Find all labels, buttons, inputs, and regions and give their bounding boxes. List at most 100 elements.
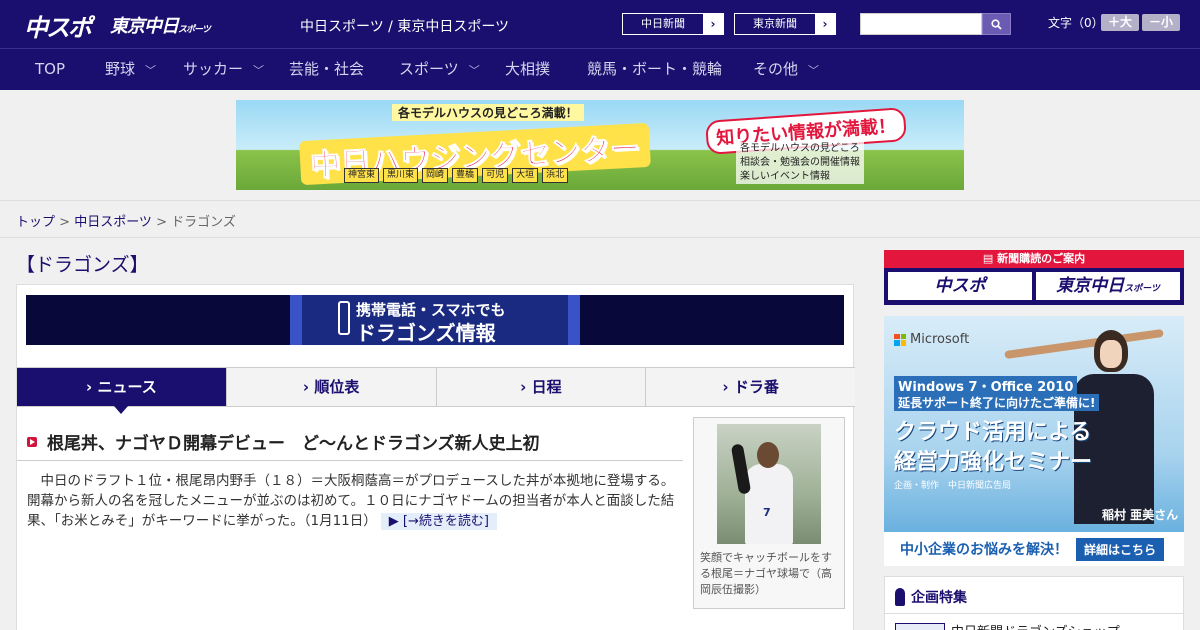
font-bigger-button[interactable]: ＋大 — [1101, 14, 1139, 31]
nav-item-label: サッカー — [183, 60, 244, 78]
ms-ad-bottom-bar: 中小企業のお悩みを解決！ 詳細はこちら — [884, 532, 1184, 566]
search-icon — [991, 18, 1002, 30]
nav-item-top[interactable]: TOP — [35, 49, 65, 90]
read-more-link[interactable]: ▶ [→続きを読む] — [380, 513, 497, 530]
subscribe-tokyo-chunichi-button[interactable]: 東京中日スポーツ — [1036, 272, 1180, 300]
chevron-right-icon: › — [815, 14, 835, 34]
dragons-shop-thumbnail[interactable] — [895, 623, 945, 630]
tab-dora-ban[interactable]: › ドラ番 — [646, 368, 855, 406]
ms-ad-credit: 企画・制作 中日新聞広告局 — [894, 481, 1012, 491]
person-face — [1100, 340, 1122, 368]
nav-item-label: スポーツ — [399, 60, 459, 78]
microsoft-icon — [894, 333, 906, 346]
article-headline[interactable]: 根尾丼、ナゴヤＤ開幕デビュー ど～んとドラゴンズ新人史上初 — [27, 429, 540, 454]
tokyo-chunichi-logo-text: 東京中日 — [110, 16, 179, 37]
ad-info-list: 各モデルハウスの見どころ 相談会・勉強会の開催情報 楽しいイベント情報 — [736, 142, 864, 184]
main-nav: TOP 野球 ﹀ サッカー ﹀ 芸能・社会 スポーツ ﹀ 大相撲 競馬・ボート・競輪 … — [0, 48, 1200, 90]
ad-info-item: 相談会・勉強会の開催情報 — [740, 157, 860, 168]
chevron-right-icon: › — [703, 14, 723, 34]
breadcrumb-chunichi-sports[interactable]: 中日スポーツ — [74, 215, 152, 230]
tab-standings[interactable]: › 順位表 — [227, 368, 437, 406]
ms-ad-headline: クラウド活用による経営力強化セミナー — [894, 420, 1093, 475]
chevron-down-icon: ﹀ — [253, 64, 265, 77]
font-smaller-button[interactable]: －小 — [1142, 14, 1180, 31]
mobile-banner-line2: ドラゴンズ情報 — [356, 321, 496, 345]
chevron-down-icon: ﹀ — [468, 64, 480, 77]
ad-top-text: 各モデルハウスの見どころ満載！ — [392, 104, 584, 121]
article-headline-text: 根尾丼、ナゴヤＤ開幕デビュー ど～んとドラゴンズ新人史上初 — [47, 434, 540, 454]
article-photo-box: 7 笑顔でキャッチボールをする根尾＝ナゴヤ球場で（高岡辰伍撮影） — [693, 417, 845, 609]
breadcrumb: トップ > 中日スポーツ > ドラゴンズ — [16, 211, 236, 230]
nav-item-soccer[interactable]: サッカー ﹀ — [183, 49, 264, 90]
page-title: 【ドラゴンズ】 — [16, 254, 149, 276]
special-feature-title: 企画特集 — [911, 590, 967, 606]
ad-place: 可児 — [482, 168, 509, 183]
nav-item-label: 大相撲 — [505, 60, 551, 78]
ad-place: 神宮東 — [344, 168, 380, 183]
photo-caption: 笑顔でキャッチボールをする根尾＝ナゴヤ球場で（高岡辰伍撮影） — [700, 551, 832, 596]
article-body: 中日のドラフト１位・根尾昂内野手（１８）＝大阪桐蔭高＝がプロデュースした丼が本拠… — [27, 471, 687, 532]
font-size-label: 文字（0） — [1048, 16, 1104, 30]
player-number: 7 — [763, 506, 771, 519]
nav-item-other[interactable]: その他 ﹀ — [753, 49, 819, 90]
ribbon-icon — [895, 588, 905, 606]
ms-ad-bottom-text: 中小企業のお悩みを解決！ — [900, 542, 1068, 558]
search-form — [860, 13, 1011, 35]
dragons-shop-link[interactable]: 中日新聞ドラゴンズショップ — [951, 621, 1120, 630]
site-links[interactable]: 中日スポーツ / 東京中日スポーツ — [300, 16, 509, 36]
nav-item-label: その他 — [753, 60, 799, 78]
phone-icon — [338, 301, 350, 335]
player-uniform — [745, 464, 793, 544]
ad-place: 黒川東 — [383, 168, 419, 183]
subscribe-tokyo-chunichi-label: 東京中日 — [1056, 276, 1125, 296]
nav-item-sports[interactable]: スポーツ ﹀ — [399, 49, 480, 90]
tokyo-shimbun-label: 東京新聞 — [753, 17, 797, 30]
nav-item-label: TOP — [35, 60, 66, 78]
subscribe-chuspo-button[interactable]: 中スポ — [888, 272, 1032, 300]
divider — [17, 460, 683, 461]
article-body-text: 中日のドラフト１位・根尾昂内野手（１８）＝大阪桐蔭高＝がプロデュースした丼が本拠… — [27, 473, 675, 529]
subscription-logos: 中スポ 東京中日スポーツ — [884, 268, 1184, 304]
article-photo[interactable]: 7 — [717, 424, 821, 544]
mobile-dragons-banner[interactable]: 携帯電話・スマホでも ドラゴンズ情報 — [26, 295, 844, 345]
breadcrumb-separator: > — [151, 215, 172, 230]
nav-item-racing[interactable]: 競馬・ボート・競輪 — [587, 49, 722, 90]
play-icon — [27, 436, 37, 447]
tokyo-shimbun-button[interactable]: 東京新聞 › — [734, 13, 836, 35]
nav-item-baseball[interactable]: 野球 ﹀ — [105, 49, 156, 90]
subscription-heading-text: 新聞購読のご案内 — [997, 252, 1086, 265]
search-input[interactable] — [860, 13, 982, 35]
ms-ad-detail-button[interactable]: 詳細はこちら — [1076, 537, 1165, 561]
breadcrumb-separator: > — [55, 215, 75, 230]
ad-places: 神宮東 黒川東 岡崎 豊橋 可児 大垣 浜北 — [344, 168, 569, 183]
tab-schedule[interactable]: › 日程 — [437, 368, 647, 406]
ms-ad-line2: 延長サポート終了に向けたご準備に! — [894, 394, 1100, 411]
breadcrumb-top[interactable]: トップ — [16, 215, 55, 230]
microsoft-seminar-ad[interactable]: Microsoft Windows 7・Office 2010 延長サポート終了… — [884, 316, 1184, 566]
tokyo-chunichi-logo-suffix: スポーツ — [178, 25, 211, 35]
chunichi-shimbun-button[interactable]: 中日新聞 › — [622, 13, 724, 35]
ad-place: 岡崎 — [422, 168, 449, 183]
ad-place: 豊橋 — [452, 168, 479, 183]
main-panel: 携帯電話・スマホでも ドラゴンズ情報 › ニュース › 順位表 › 日程 › ド… — [16, 284, 855, 630]
microsoft-brand-text: Microsoft — [910, 332, 970, 347]
housing-center-ad[interactable]: 各モデルハウスの見どころ満載！ 中日ハウジングセンター 知りたい情報が満載！ 各… — [236, 100, 964, 190]
nav-item-label: 野球 — [105, 60, 136, 78]
ms-ad-person-name: 稲村 亜美さん — [1102, 508, 1179, 522]
tab-news[interactable]: › ニュース — [17, 368, 227, 414]
divider — [885, 613, 1183, 614]
search-button[interactable] — [982, 13, 1011, 35]
ad-place: 大垣 — [512, 168, 539, 183]
subscription-heading: ▤ 新聞購読のご案内 — [884, 250, 1184, 268]
microsoft-logo: Microsoft — [894, 332, 969, 347]
subscribe-tokyo-chunichi-suffix: スポーツ — [1124, 284, 1160, 294]
chunichi-shimbun-label: 中日新聞 — [641, 17, 685, 30]
subscription-box: ▤ 新聞購読のご案内 中スポ 東京中日スポーツ — [884, 250, 1184, 305]
dragons-tabs: › ニュース › 順位表 › 日程 › ドラ番 — [17, 367, 855, 414]
nav-item-sumo[interactable]: 大相撲 — [505, 49, 550, 90]
nav-item-entertainment[interactable]: 芸能・社会 — [289, 49, 364, 90]
tokyo-chunichi-logo[interactable]: 東京中日スポーツ — [110, 12, 211, 38]
nav-item-label: 芸能・社会 — [289, 60, 365, 78]
chuspo-logo[interactable]: 中スポ — [24, 8, 92, 43]
player-head — [757, 442, 779, 468]
